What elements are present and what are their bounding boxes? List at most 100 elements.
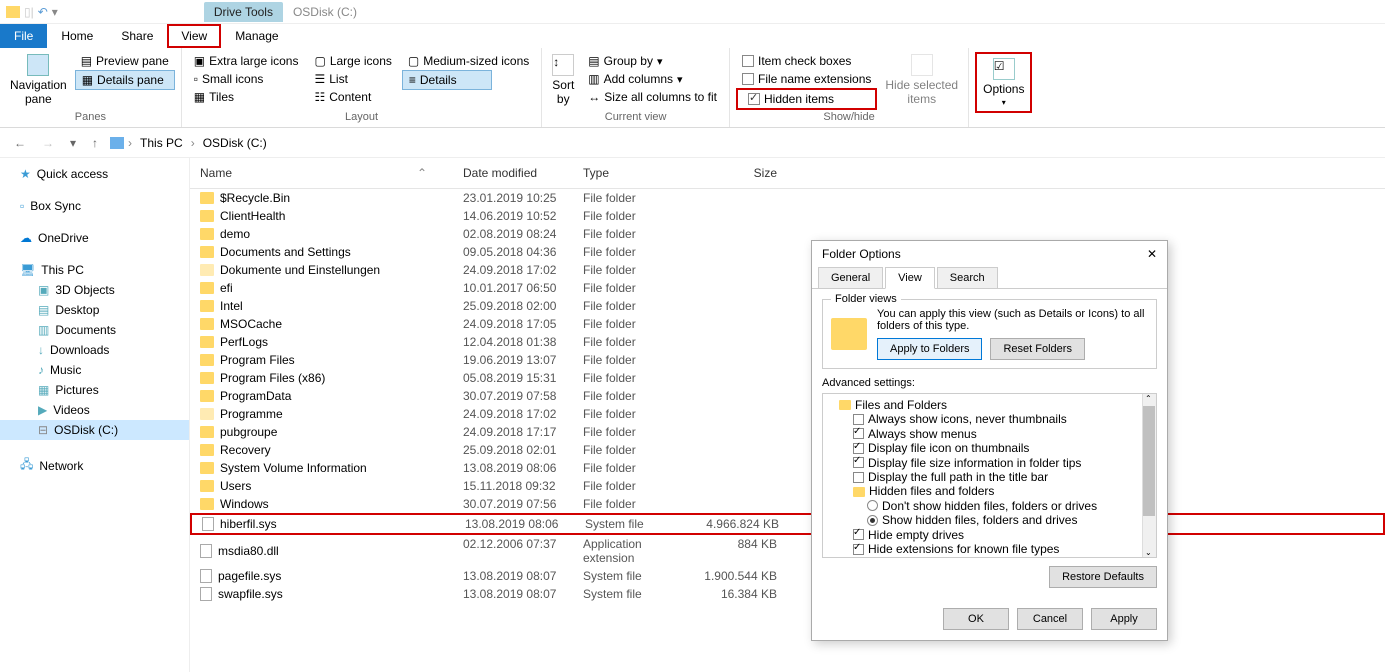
dialog-tab-view[interactable]: View	[885, 267, 935, 289]
sort-by-button[interactable]: ↕ Sort by	[548, 52, 578, 108]
tiles-button[interactable]: ▦Tiles	[188, 88, 305, 106]
advanced-setting-checkbox[interactable]: Display the full path in the title bar	[827, 470, 1152, 484]
advanced-setting-checkbox[interactable]: Hide extensions for known file types	[827, 542, 1152, 556]
advanced-setting-checkbox[interactable]: Display file size information in folder …	[827, 456, 1152, 470]
nav-pictures[interactable]: ▦Pictures	[0, 380, 189, 400]
advanced-setting-checkbox[interactable]: Hide empty drives	[827, 528, 1152, 542]
add-columns-button[interactable]: ▥Add columns ▾	[582, 70, 723, 88]
file-row[interactable]: Documents and Settings09.05.2018 04:36Fi…	[190, 243, 1385, 261]
hidden-items-toggle[interactable]: Hidden items	[742, 90, 871, 108]
dialog-tab-search[interactable]: Search	[937, 267, 998, 288]
file-row[interactable]: pubgroupe24.09.2018 17:17File folder	[190, 423, 1385, 441]
advanced-setting-checkbox[interactable]: Always show menus	[827, 427, 1152, 441]
file-row[interactable]: pagefile.sys13.08.2019 08:07System file1…	[190, 567, 1385, 585]
file-row[interactable]: swapfile.sys13.08.2019 08:07System file1…	[190, 585, 1385, 603]
file-row[interactable]: PerfLogs12.04.2018 01:38File folder	[190, 333, 1385, 351]
file-row[interactable]: msdia80.dll02.12.2006 07:37Application e…	[190, 535, 1385, 567]
file-row[interactable]: ClientHealth14.06.2019 10:52File folder	[190, 207, 1385, 225]
file-row[interactable]: Dokumente und Einstellungen24.09.2018 17…	[190, 261, 1385, 279]
tab-view[interactable]: View	[167, 24, 221, 48]
tab-share[interactable]: Share	[107, 24, 167, 48]
nav-desktop[interactable]: ▤Desktop	[0, 300, 189, 320]
nav-this-pc[interactable]: 🖥This PC	[0, 260, 189, 280]
file-row[interactable]: Windows30.07.2019 07:56File folder	[190, 495, 1385, 513]
group-by-button[interactable]: ▤Group by ▾	[582, 52, 723, 70]
medium-icons-button[interactable]: ▢Medium-sized icons	[402, 52, 535, 70]
radio-dont-show-hidden[interactable]: Don't show hidden files, folders or driv…	[827, 499, 1152, 513]
file-row[interactable]: Users15.11.2018 09:32File folder	[190, 477, 1385, 495]
apply-to-folders-button[interactable]: Apply to Folders	[877, 338, 982, 360]
file-row[interactable]: efi10.01.2017 06:50File folder	[190, 279, 1385, 297]
advanced-setting-checkbox[interactable]: Display file icon on thumbnails	[827, 441, 1152, 455]
small-icons-button[interactable]: ▫Small icons	[188, 70, 305, 88]
dropdown-icon[interactable]: ▾	[52, 5, 58, 19]
tab-file[interactable]: File	[0, 24, 47, 48]
nav-onedrive[interactable]: ☁OneDrive	[0, 228, 189, 248]
up-button[interactable]: ↑	[88, 134, 102, 152]
file-row[interactable]: $Recycle.Bin23.01.2019 10:25File folder	[190, 189, 1385, 207]
advanced-setting-checkbox[interactable]: Always show icons, never thumbnails	[827, 412, 1152, 426]
back-button[interactable]: ←	[10, 134, 30, 152]
breadcrumb-thispc[interactable]: This PC	[136, 134, 187, 152]
file-row[interactable]: Recovery25.09.2018 02:01File folder	[190, 441, 1385, 459]
file-row[interactable]: MSOCache24.09.2018 17:05File folder	[190, 315, 1385, 333]
nav-network[interactable]: 🖧Network	[0, 452, 189, 479]
breadcrumb[interactable]: › This PC › OSDisk (C:)	[110, 134, 271, 152]
recent-dropdown[interactable]: ▾	[66, 134, 80, 152]
options-button[interactable]: ☑ Options ▾	[979, 56, 1028, 109]
chevron-right-icon[interactable]: ›	[128, 136, 132, 150]
details-pane-button[interactable]: ▦Details pane	[75, 70, 175, 90]
preview-pane-button[interactable]: ▤Preview pane	[75, 52, 175, 70]
breadcrumb-disk[interactable]: OSDisk (C:)	[199, 134, 271, 152]
forward-button[interactable]: →	[38, 134, 58, 152]
col-type[interactable]: Type	[575, 162, 695, 184]
file-row[interactable]: Intel25.09.2018 02:00File folder	[190, 297, 1385, 315]
content-button[interactable]: ☷Content	[308, 88, 397, 106]
advanced-settings-tree[interactable]: Files and Folders Always show icons, nev…	[822, 393, 1157, 558]
nav-downloads[interactable]: ↓Downloads	[0, 340, 189, 360]
scrollbar[interactable]: ⌃⌄	[1142, 394, 1156, 557]
file-row[interactable]: hiberfil.sys13.08.2019 08:06System file4…	[190, 513, 1385, 535]
tab-home[interactable]: Home	[47, 24, 107, 48]
extra-large-icons-button[interactable]: ▣Extra large icons	[188, 52, 305, 70]
hide-selected-button[interactable]: Hide selected items	[881, 52, 962, 108]
nav-videos[interactable]: ▶Videos	[0, 400, 189, 420]
nav-3d-objects[interactable]: ▣3D Objects	[0, 280, 189, 300]
file-row[interactable]: demo02.08.2019 08:24File folder	[190, 225, 1385, 243]
nav-osdisk[interactable]: ⊟OSDisk (C:)	[0, 420, 189, 440]
quickaccess-icon[interactable]: ▯|	[24, 5, 34, 19]
undo-icon[interactable]: ↶	[38, 5, 48, 19]
tab-manage[interactable]: Manage	[221, 24, 292, 48]
restore-defaults-button[interactable]: Restore Defaults	[1049, 566, 1157, 588]
file-row[interactable]: ProgramData30.07.2019 07:58File folder	[190, 387, 1385, 405]
nav-box-sync[interactable]: ▫Box Sync	[0, 196, 189, 216]
apply-button[interactable]: Apply	[1091, 608, 1157, 630]
file-extensions-toggle[interactable]: File name extensions	[736, 70, 877, 88]
chevron-right-icon[interactable]: ›	[191, 136, 195, 150]
ok-button[interactable]: OK	[943, 608, 1009, 630]
file-row[interactable]: Programme24.09.2018 17:02File folder	[190, 405, 1385, 423]
size-columns-button[interactable]: ↔Size all columns to fit	[582, 88, 723, 106]
navigation-pane-button[interactable]: Navigation pane	[6, 52, 71, 108]
advanced-setting-checkbox[interactable]: Hide folder merge conflicts	[827, 556, 1152, 558]
dialog-tab-general[interactable]: General	[818, 267, 883, 288]
item-check-boxes-toggle[interactable]: Item check boxes	[736, 52, 877, 70]
file-row[interactable]: Program Files (x86)05.08.2019 15:31File …	[190, 369, 1385, 387]
file-row[interactable]: Program Files19.06.2019 13:07File folder	[190, 351, 1385, 369]
nav-documents[interactable]: ▥Documents	[0, 320, 189, 340]
drive-tools-tab[interactable]: Drive Tools	[204, 2, 283, 22]
cancel-button[interactable]: Cancel	[1017, 608, 1083, 630]
list-button[interactable]: ☰List	[308, 70, 397, 88]
nav-music[interactable]: ♪Music	[0, 360, 189, 380]
close-icon[interactable]: ✕	[1147, 247, 1157, 261]
nav-quick-access[interactable]: ★Quick access	[0, 164, 189, 184]
col-date[interactable]: Date modified	[455, 162, 575, 184]
details-view-button[interactable]: ≡Details	[402, 70, 492, 90]
group-panes-label: Panes	[6, 111, 175, 125]
file-row[interactable]: System Volume Information13.08.2019 08:0…	[190, 459, 1385, 477]
col-size[interactable]: Size	[695, 162, 785, 184]
large-icons-button[interactable]: ▢Large icons	[308, 52, 397, 70]
col-name[interactable]: Name ⌃	[190, 162, 455, 184]
radio-show-hidden[interactable]: Show hidden files, folders and drives	[827, 513, 1152, 527]
reset-folders-button[interactable]: Reset Folders	[990, 338, 1084, 360]
